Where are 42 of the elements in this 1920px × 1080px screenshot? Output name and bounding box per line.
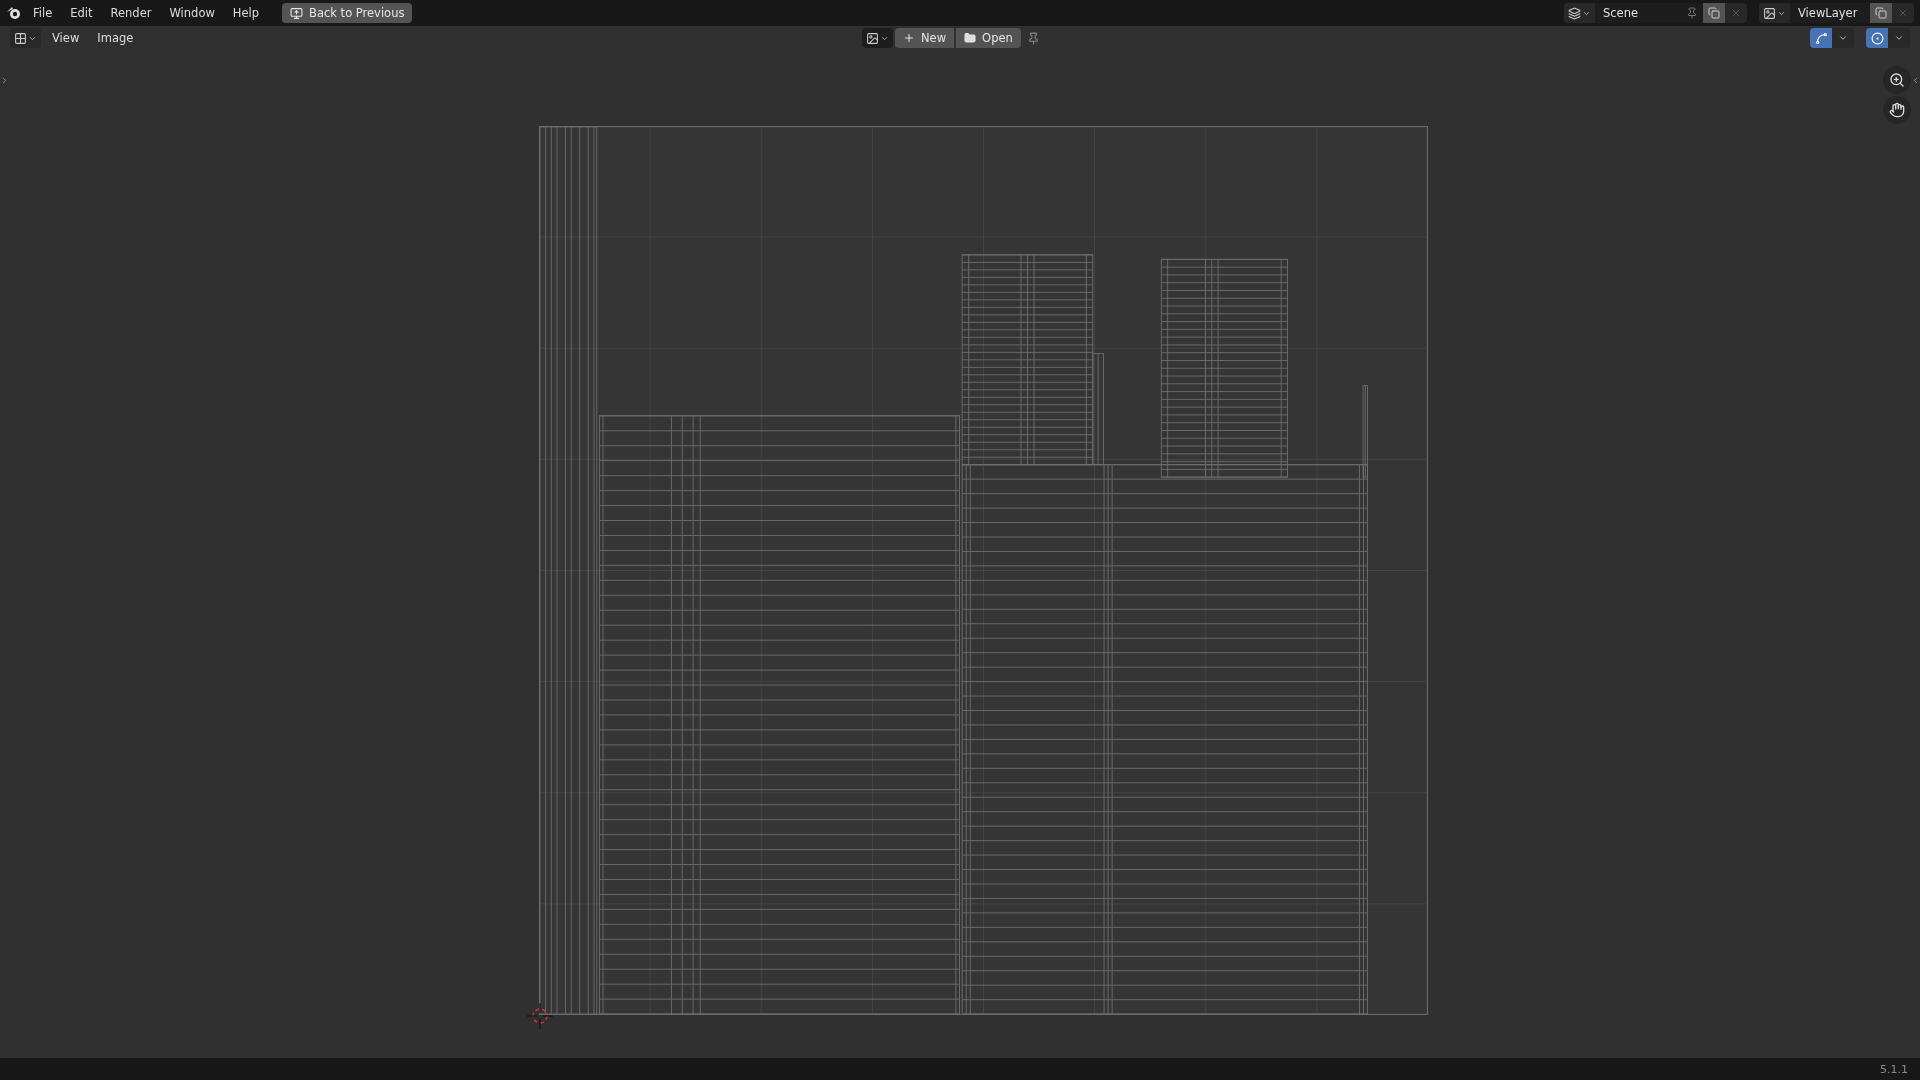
pin-icon: [1686, 7, 1698, 19]
menu-item[interactable]: Edit: [63, 3, 100, 23]
new-button[interactable]: New: [895, 28, 955, 48]
scene-field[interactable]: Scene: [1595, 3, 1681, 23]
pin-icon: [1027, 31, 1041, 45]
pin-button[interactable]: [1681, 3, 1703, 23]
folder-icon: [964, 32, 977, 44]
menu-item[interactable]: Window: [162, 3, 222, 23]
pan-button[interactable]: [1883, 96, 1911, 124]
menu-item[interactable]: Image: [90, 28, 141, 48]
view-layer-field[interactable]: ViewLayer: [1790, 3, 1870, 23]
back-to-previous-button[interactable]: Back to Previous: [282, 3, 413, 23]
close-icon: [1897, 7, 1909, 19]
open-button[interactable]: Open: [956, 28, 1021, 48]
copy-icon: [1875, 7, 1887, 19]
editor-type-button[interactable]: [10, 28, 41, 48]
zoom-button[interactable]: [1883, 66, 1911, 94]
copy-button[interactable]: [1870, 3, 1892, 23]
menu-item[interactable]: Render: [103, 3, 159, 23]
plus-icon: [903, 32, 915, 44]
app-logo-icon[interactable]: [6, 6, 22, 20]
chevron-icon: [0, 75, 9, 85]
copy-icon: [1708, 7, 1720, 19]
overlay-icon: [1870, 31, 1884, 45]
menu-item[interactable]: Help: [225, 3, 267, 23]
hand-icon: [1889, 102, 1905, 118]
close-icon: [1730, 7, 1742, 19]
chevron-icon: [1894, 33, 1904, 43]
monitor-icon: [290, 6, 304, 20]
chevron-icon: [1911, 75, 1920, 85]
menu-item[interactable]: View: [45, 28, 87, 48]
cursor-icon: [525, 1001, 555, 1031]
chevron-icon: [1838, 33, 1848, 43]
image-icon: [866, 31, 879, 45]
gizmo-toggle[interactable]: [1810, 28, 1832, 48]
zoom-icon: [1889, 72, 1905, 88]
image-icon: [1763, 6, 1776, 20]
image-browse-button[interactable]: [862, 28, 893, 48]
version-label: 5.1.1: [1880, 1062, 1908, 1076]
overlay-toggle[interactable]: [1866, 28, 1888, 48]
copy-button[interactable]: [1703, 3, 1725, 23]
menu-item[interactable]: File: [26, 3, 60, 23]
